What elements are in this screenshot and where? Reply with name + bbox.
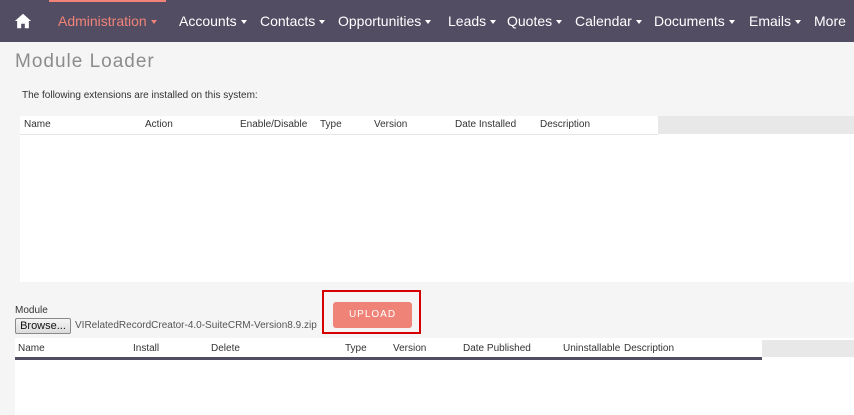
- col-description: Description: [540, 119, 591, 130]
- nav-label: More: [814, 13, 846, 29]
- col-name: Name: [18, 343, 45, 354]
- col-install: Install: [133, 343, 160, 354]
- nav-label: Administration: [58, 13, 147, 29]
- chevron-down-icon: [425, 20, 432, 24]
- page-title: Module Loader: [15, 51, 155, 72]
- chevron-down-icon: [556, 20, 563, 24]
- chevron-down-icon: [319, 20, 326, 24]
- table-header-filler: [762, 340, 854, 357]
- col-name: Name: [24, 119, 51, 130]
- nav-label: Contacts: [260, 13, 316, 29]
- nav-contacts[interactable]: Contacts: [260, 0, 326, 42]
- chevron-down-icon: [728, 20, 735, 24]
- nav-quotes[interactable]: Quotes: [507, 0, 563, 42]
- chevron-down-icon: [635, 20, 642, 24]
- table-header: Name Install Delete Type Version Date Pu…: [15, 340, 762, 360]
- nav-administration[interactable]: Administration: [49, 0, 166, 42]
- top-navbar: Administration Accounts Contacts Opportu…: [0, 0, 854, 42]
- installed-extensions-text: The following extensions are installed o…: [22, 90, 258, 101]
- nav-label: Opportunities: [338, 13, 422, 29]
- col-version: Version: [374, 119, 408, 130]
- table-header-filler: [658, 116, 854, 134]
- nav-label: Quotes: [507, 13, 553, 29]
- nav-more[interactable]: More: [814, 0, 846, 42]
- nav-label: Documents: [654, 13, 725, 29]
- col-action: Action: [145, 119, 173, 130]
- col-type: Type: [320, 119, 342, 130]
- col-date-installed: Date Installed: [455, 119, 517, 130]
- home-button[interactable]: [0, 0, 46, 42]
- selected-file-name: VIRelatedRecordCreator-4.0-SuiteCRM-Vers…: [75, 320, 317, 331]
- col-enable-disable: Enable/Disable: [240, 119, 308, 130]
- nav-documents[interactable]: Documents: [654, 0, 735, 42]
- col-delete: Delete: [211, 343, 240, 354]
- chevron-down-icon: [795, 20, 802, 24]
- col-version: Version: [393, 343, 427, 354]
- nav-label: Emails: [749, 13, 792, 29]
- upload-button[interactable]: UPLOAD: [333, 302, 412, 328]
- nav-accounts[interactable]: Accounts: [179, 0, 247, 42]
- home-icon: [14, 13, 32, 29]
- col-uninstallable: Uninstallable: [563, 343, 621, 354]
- nav-emails[interactable]: Emails: [749, 0, 802, 42]
- chevron-down-icon: [240, 20, 247, 24]
- nav-opportunities[interactable]: Opportunities: [338, 0, 432, 42]
- col-date-published: Date Published: [463, 343, 531, 354]
- chevron-down-icon: [150, 20, 157, 24]
- col-description: Description: [624, 343, 675, 354]
- chevron-down-icon: [490, 20, 497, 24]
- nav-label: Leads: [448, 13, 487, 29]
- package-table: Name Install Delete Type Version Date Pu…: [15, 338, 854, 415]
- nav-leads[interactable]: Leads: [448, 0, 497, 42]
- installed-extensions-table: Name Action Enable/Disable Type Version …: [20, 116, 854, 282]
- nav-calendar[interactable]: Calendar: [575, 0, 642, 42]
- nav-label: Calendar: [575, 13, 632, 29]
- col-type: Type: [345, 343, 367, 354]
- nav-label: Accounts: [179, 13, 237, 29]
- table-header: Name Action Enable/Disable Type Version …: [20, 116, 658, 135]
- module-label: Module: [15, 305, 48, 316]
- browse-button[interactable]: Browse...: [15, 318, 71, 334]
